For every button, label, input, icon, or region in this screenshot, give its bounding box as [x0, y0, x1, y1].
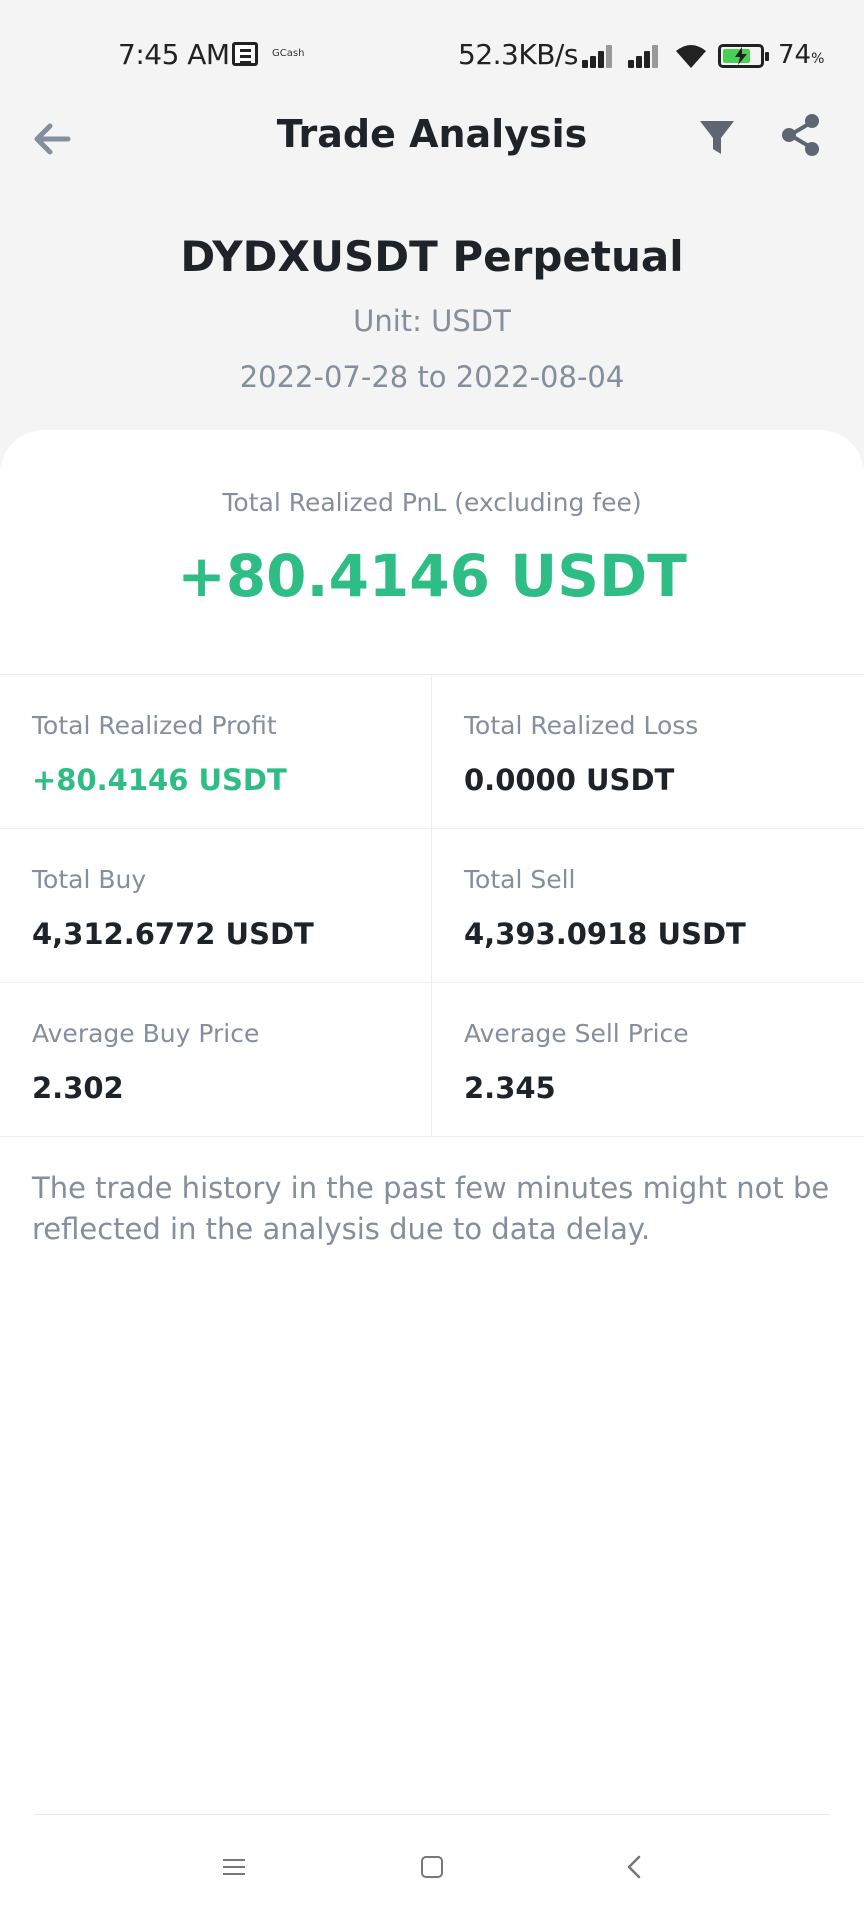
- unit-label: Unit: USDT: [353, 304, 511, 338]
- network-speed: 52.3KB/s: [458, 38, 578, 71]
- stats-row: Total Realized Profit +80.4146 USDT Tota…: [0, 675, 864, 829]
- total-pnl-value: +80.4146 USDT: [177, 542, 687, 610]
- contract-name: DYDXUSDT Perpetual: [180, 232, 684, 281]
- gcash-notification-label: GCash: [272, 48, 305, 59]
- battery-charging-icon: [718, 44, 769, 68]
- signal-icon: [582, 44, 616, 68]
- battery-percent-unit: %: [811, 51, 825, 67]
- stat-value: +80.4146 USDT: [32, 763, 287, 797]
- stats-row: Total Buy 4,312.6772 USDT Total Sell 4,3…: [0, 829, 864, 983]
- stat-label: Average Buy Price: [32, 1019, 260, 1048]
- battery-percent-value: 74: [778, 40, 812, 70]
- nav-divider: [34, 1814, 830, 1815]
- bolt-icon: [735, 47, 747, 65]
- filter-button[interactable]: [692, 112, 742, 162]
- stat-value: 2.302: [32, 1071, 124, 1105]
- menu-icon[interactable]: [220, 1852, 250, 1882]
- stat-value: 4,393.0918 USDT: [464, 917, 746, 951]
- stat-total-buy: Total Buy 4,312.6772 USDT: [0, 829, 432, 982]
- filter-icon: [700, 121, 734, 154]
- total-pnl-label: Total Realized PnL (excluding fee): [222, 488, 642, 517]
- back-chevron-icon[interactable]: [620, 1852, 650, 1882]
- stat-average-sell-price: Average Sell Price 2.345: [432, 983, 864, 1136]
- stat-total-realized-profit: Total Realized Profit +80.4146 USDT: [0, 675, 432, 828]
- stats-grid: Total Realized Profit +80.4146 USDT Tota…: [0, 674, 864, 1137]
- stat-value: 0.0000 USDT: [464, 763, 675, 797]
- battery-percent: 74%: [778, 40, 824, 70]
- home-square-icon[interactable]: [421, 1856, 443, 1878]
- stat-average-buy-price: Average Buy Price 2.302: [0, 983, 432, 1136]
- stat-value: 2.345: [464, 1071, 556, 1105]
- data-delay-note: The trade history in the past few minute…: [32, 1171, 830, 1246]
- signal-icon: [628, 44, 662, 68]
- stat-label: Total Buy: [32, 865, 147, 894]
- stats-row: Average Buy Price 2.302 Average Sell Pri…: [0, 983, 864, 1137]
- stat-total-sell: Total Sell 4,393.0918 USDT: [432, 829, 864, 982]
- app-bar: Trade Analysis: [0, 100, 864, 180]
- stat-total-realized-loss: Total Realized Loss 0.0000 USDT: [432, 675, 864, 828]
- share-button[interactable]: [776, 110, 826, 160]
- stat-label: Total Realized Profit: [32, 711, 277, 740]
- share-icon: [782, 114, 819, 156]
- status-time: 7:45 AM: [118, 38, 230, 71]
- stat-value: 4,312.6772 USDT: [32, 917, 314, 951]
- news-icon: [232, 42, 258, 66]
- status-bar: 7:45 AM GCash 52.3KB/s 74%: [0, 0, 864, 110]
- stat-label: Average Sell Price: [464, 1019, 689, 1048]
- wifi-icon: [676, 45, 706, 68]
- stat-label: Total Sell: [464, 865, 576, 894]
- stat-label: Total Realized Loss: [464, 711, 699, 740]
- analysis-card: Total Realized PnL (excluding fee) +80.4…: [0, 430, 864, 1920]
- date-range: 2022-07-28 to 2022-08-04: [239, 360, 625, 394]
